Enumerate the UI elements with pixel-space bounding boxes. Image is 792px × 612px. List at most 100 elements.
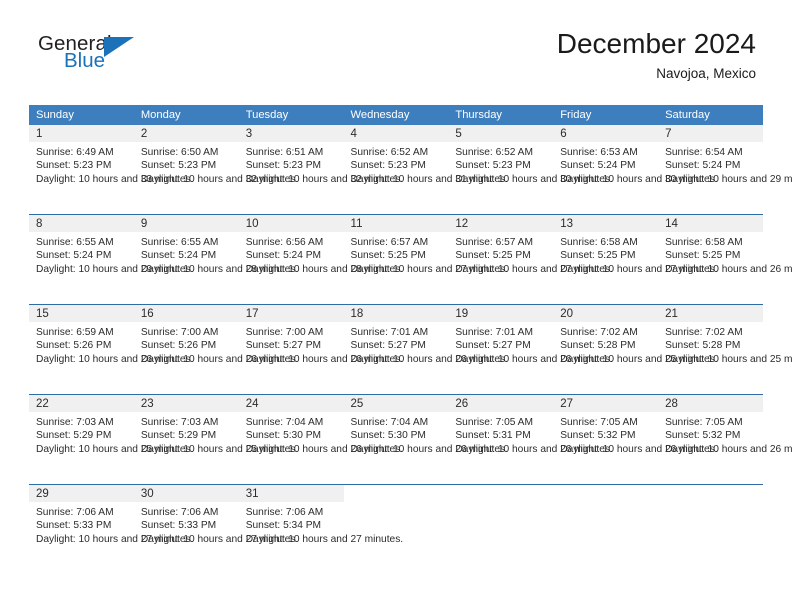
day-cell[interactable]: 26 Sunrise: 7:05 AM Sunset: 5:31 PM Dayl… [448, 394, 613, 485]
day-cell[interactable]: 11 Sunrise: 6:57 AM Sunset: 5:25 PM Dayl… [343, 214, 508, 305]
day-cell[interactable]: 1 Sunrise: 6:49 AM Sunset: 5:23 PM Dayli… [29, 125, 194, 215]
day-cell[interactable]: 17 Sunrise: 7:00 AM Sunset: 5:27 PM Dayl… [238, 304, 403, 395]
day-cell[interactable]: 30 Sunrise: 7:06 AM Sunset: 5:33 PM Dayl… [133, 484, 298, 574]
day-number: 5 [448, 125, 554, 142]
sunset-text: Sunset: 5:30 PM [245, 430, 322, 442]
sunrise-text: Sunrise: 6:55 AM [36, 237, 114, 248]
day-cell-empty [658, 484, 763, 574]
day-details: Sunrise: 6:58 AM Sunset: 5:25 PM Dayligh… [658, 232, 792, 276]
sunset-text: Sunset: 5:24 PM [245, 250, 322, 262]
day-cell[interactable]: 20 Sunrise: 7:02 AM Sunset: 5:28 PM Dayl… [553, 304, 718, 395]
day-cell[interactable]: 29 Sunrise: 7:06 AM Sunset: 5:33 PM Dayl… [29, 484, 193, 574]
sunrise-text: Sunrise: 7:00 AM [140, 327, 219, 338]
day-details: Sunrise: 7:05 AM Sunset: 5:31 PM Dayligh… [448, 412, 612, 456]
day-cell[interactable]: 27 Sunrise: 7:05 AM Sunset: 5:32 PM Dayl… [553, 394, 718, 485]
day-cell[interactable]: 7 Sunrise: 6:54 AM Sunset: 5:24 PM Dayli… [658, 125, 792, 215]
calendar-page: General Blue December 2024 Navojoa, Mexi… [0, 0, 792, 612]
day-cell[interactable]: 4 Sunrise: 6:52 AM Sunset: 5:23 PM Dayli… [343, 125, 508, 215]
day-cell[interactable]: 23 Sunrise: 7:03 AM Sunset: 5:29 PM Dayl… [133, 394, 298, 485]
day-details: Sunrise: 6:51 AM Sunset: 5:23 PM Dayligh… [239, 142, 403, 186]
daylight-text: Daylight: 10 hours and 25 minutes. [665, 353, 792, 365]
day-number [343, 485, 449, 502]
daylight-text: Daylight: 10 hours and 29 minutes. [36, 263, 194, 275]
weekday-header-wednesday: Wednesday [343, 105, 449, 125]
sunset-text: Sunset: 5:31 PM [455, 430, 531, 442]
day-number: 30 [133, 485, 239, 502]
day-number: 27 [553, 395, 659, 412]
day-details: Sunrise: 7:06 AM Sunset: 5:34 PM Dayligh… [239, 502, 404, 546]
day-cell[interactable]: 18 Sunrise: 7:01 AM Sunset: 5:27 PM Dayl… [343, 304, 508, 395]
day-cell[interactable]: 25 Sunrise: 7:04 AM Sunset: 5:30 PM Dayl… [343, 394, 508, 485]
sunrise-text: Sunrise: 6:56 AM [245, 237, 324, 248]
day-cell[interactable]: 14 Sunrise: 6:58 AM Sunset: 5:25 PM Dayl… [658, 214, 792, 305]
sunset-text: Sunset: 5:28 PM [665, 340, 741, 352]
day-details: Sunrise: 7:03 AM Sunset: 5:29 PM Dayligh… [29, 412, 193, 456]
sunset-text: Sunset: 5:24 PM [560, 160, 636, 172]
day-cell[interactable]: 8 Sunrise: 6:55 AM Sunset: 5:24 PM Dayli… [29, 214, 194, 305]
day-number: 13 [553, 215, 659, 232]
sunrise-text: Sunrise: 7:03 AM [140, 417, 219, 428]
sunrise-text: Sunrise: 7:05 AM [665, 417, 743, 428]
day-cell[interactable]: 16 Sunrise: 7:00 AM Sunset: 5:26 PM Dayl… [133, 304, 298, 395]
sunrise-text: Sunrise: 6:58 AM [560, 237, 638, 248]
day-cell[interactable]: 28 Sunrise: 7:05 AM Sunset: 5:32 PM Dayl… [658, 394, 792, 485]
sunset-text: Sunset: 5:28 PM [560, 340, 636, 352]
weekday-header-monday: Monday [133, 105, 239, 125]
sunset-text: Sunset: 5:30 PM [350, 430, 426, 442]
sunset-text: Sunset: 5:23 PM [140, 160, 217, 172]
daylight-text: Daylight: 10 hours and 27 minutes. [560, 263, 718, 275]
day-cell[interactable]: 31 Sunrise: 7:06 AM Sunset: 5:34 PM Dayl… [238, 484, 404, 574]
sunrise-text: Sunrise: 6:57 AM [350, 237, 429, 248]
day-number: 11 [343, 215, 449, 232]
day-cell[interactable]: 5 Sunrise: 6:52 AM Sunset: 5:23 PM Dayli… [448, 125, 613, 215]
day-cell[interactable]: 3 Sunrise: 6:51 AM Sunset: 5:23 PM Dayli… [238, 125, 403, 215]
sunset-text: Sunset: 5:23 PM [36, 160, 112, 172]
day-number: 18 [343, 305, 449, 322]
day-cell[interactable]: 12 Sunrise: 6:57 AM Sunset: 5:25 PM Dayl… [448, 214, 613, 305]
sunset-text: Sunset: 5:27 PM [350, 340, 426, 352]
day-cell[interactable]: 22 Sunrise: 7:03 AM Sunset: 5:29 PM Dayl… [29, 394, 193, 485]
daylight-text: Daylight: 10 hours and 27 minutes. [245, 533, 404, 545]
day-number: 1 [29, 125, 134, 142]
day-cell-empty [448, 484, 554, 574]
sunrise-text: Sunrise: 7:01 AM [350, 327, 429, 338]
day-details: Sunrise: 6:50 AM Sunset: 5:23 PM Dayligh… [134, 142, 298, 186]
day-number: 16 [133, 305, 239, 322]
daylight-text: Daylight: 10 hours and 33 minutes. [36, 173, 194, 185]
day-number: 4 [343, 125, 449, 142]
weekday-header-tuesday: Tuesday [238, 105, 344, 125]
day-details: Sunrise: 6:49 AM Sunset: 5:23 PM Dayligh… [29, 142, 194, 186]
sunrise-text: Sunrise: 6:54 AM [665, 147, 743, 158]
sunrise-text: Sunrise: 7:03 AM [36, 417, 114, 428]
daylight-text: Daylight: 10 hours and 29 minutes. [665, 173, 792, 185]
day-details: Sunrise: 6:52 AM Sunset: 5:23 PM Dayligh… [344, 142, 508, 186]
day-cell[interactable]: 2 Sunrise: 6:50 AM Sunset: 5:23 PM Dayli… [133, 125, 298, 215]
day-cell[interactable]: 15 Sunrise: 6:59 AM Sunset: 5:26 PM Dayl… [29, 304, 194, 395]
day-details: Sunrise: 7:06 AM Sunset: 5:33 PM Dayligh… [134, 502, 298, 546]
daylight-text: Daylight: 10 hours and 26 minutes. [245, 443, 404, 455]
day-cell[interactable]: 9 Sunrise: 6:55 AM Sunset: 5:24 PM Dayli… [133, 214, 298, 305]
sunset-text: Sunset: 5:25 PM [350, 250, 426, 262]
day-cell[interactable]: 10 Sunrise: 6:56 AM Sunset: 5:24 PM Dayl… [238, 214, 403, 305]
sunrise-text: Sunrise: 7:01 AM [455, 327, 533, 338]
sunrise-text: Sunrise: 7:04 AM [245, 417, 324, 428]
day-details: Sunrise: 7:04 AM Sunset: 5:30 PM Dayligh… [344, 412, 508, 456]
day-details: Sunrise: 6:54 AM Sunset: 5:24 PM Dayligh… [658, 142, 792, 186]
day-cell[interactable]: 6 Sunrise: 6:53 AM Sunset: 5:24 PM Dayli… [553, 125, 718, 215]
daylight-text: Daylight: 10 hours and 26 minutes. [455, 353, 613, 365]
sunset-text: Sunset: 5:25 PM [560, 250, 636, 262]
day-details: Sunrise: 7:02 AM Sunset: 5:28 PM Dayligh… [553, 322, 718, 366]
daylight-text: Daylight: 10 hours and 25 minutes. [560, 353, 718, 365]
sunset-text: Sunset: 5:23 PM [455, 160, 531, 172]
day-number: 24 [238, 395, 344, 412]
brand-logo[interactable]: General Blue [38, 33, 158, 80]
day-cell[interactable]: 13 Sunrise: 6:58 AM Sunset: 5:25 PM Dayl… [553, 214, 718, 305]
day-number [448, 485, 554, 502]
day-cell[interactable]: 21 Sunrise: 7:02 AM Sunset: 5:28 PM Dayl… [658, 304, 792, 395]
sunset-text: Sunset: 5:24 PM [665, 160, 741, 172]
daylight-text: Daylight: 10 hours and 26 minutes. [36, 353, 194, 365]
sunrise-text: Sunrise: 6:59 AM [36, 327, 114, 338]
day-cell[interactable]: 24 Sunrise: 7:04 AM Sunset: 5:30 PM Dayl… [238, 394, 404, 485]
day-number: 9 [133, 215, 239, 232]
day-cell[interactable]: 19 Sunrise: 7:01 AM Sunset: 5:27 PM Dayl… [448, 304, 613, 395]
